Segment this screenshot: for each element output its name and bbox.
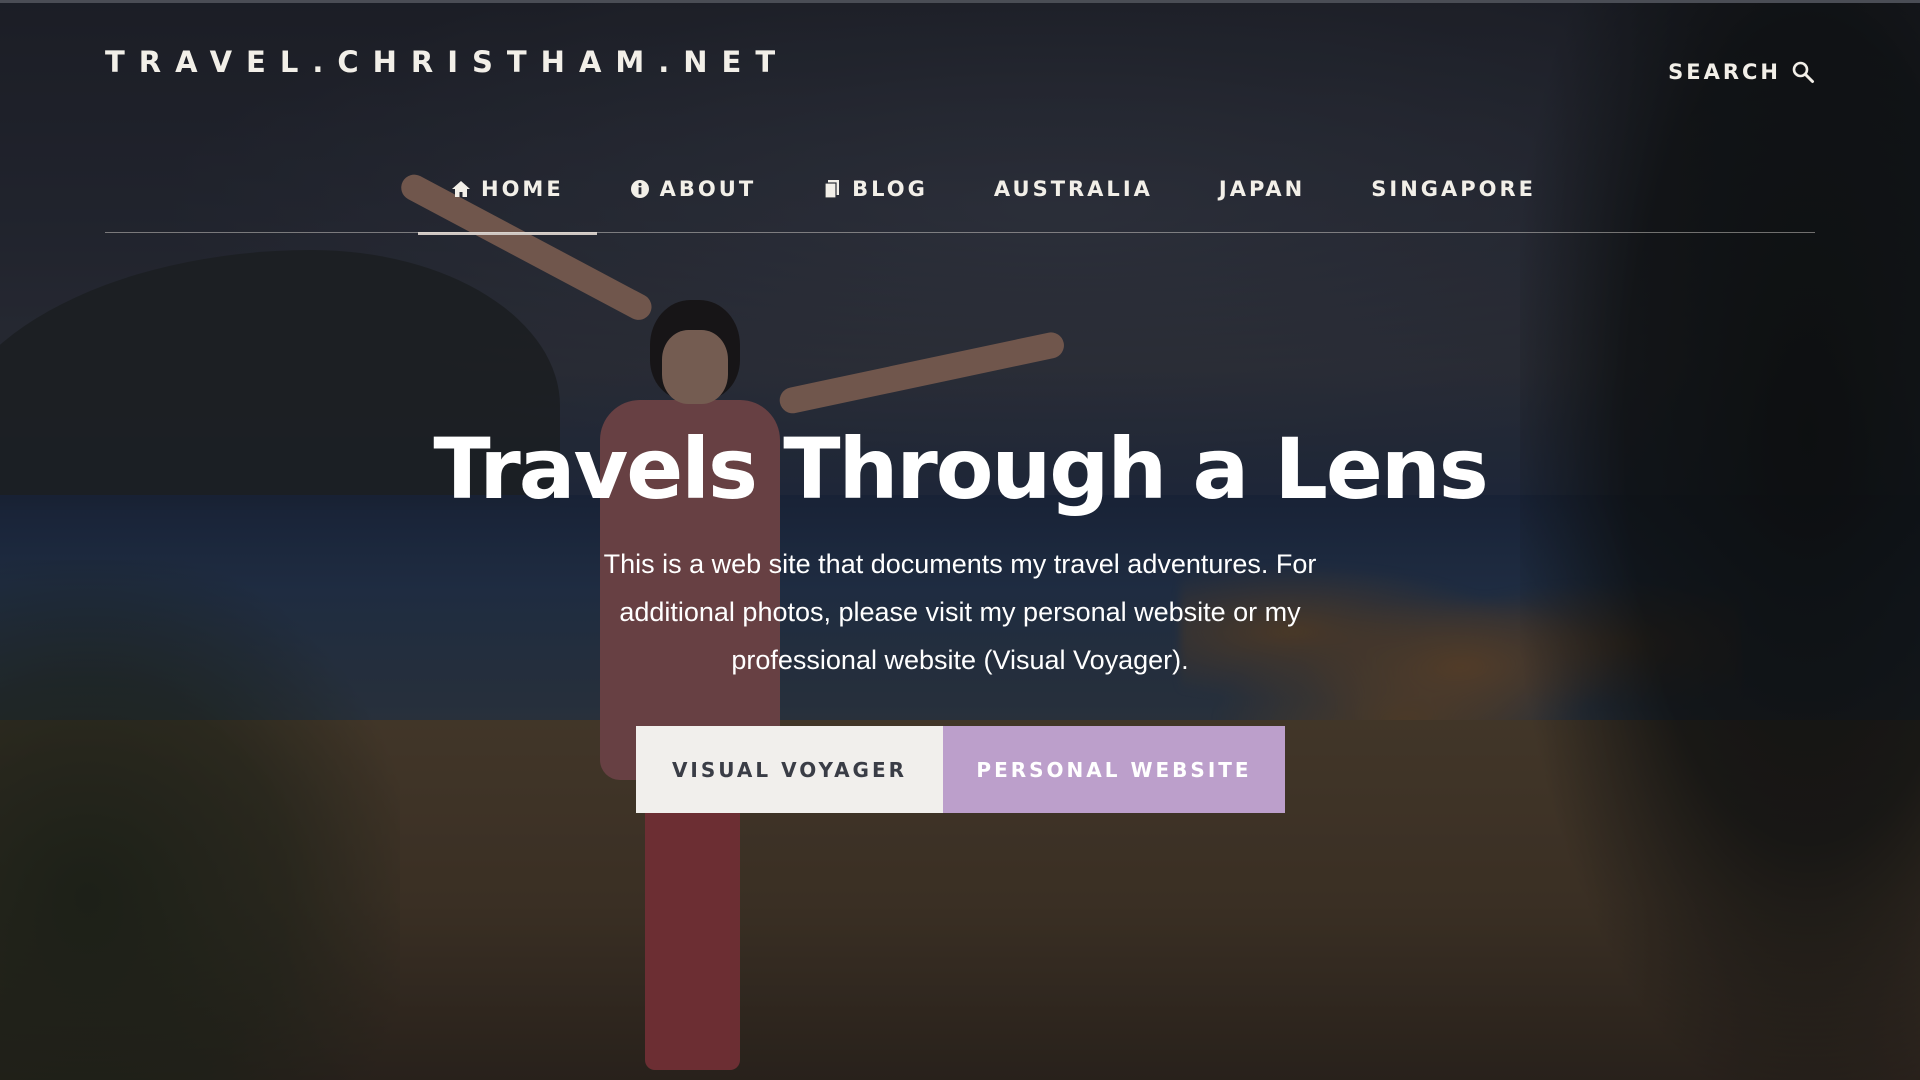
nav-item-japan[interactable]: JAPAN	[1186, 145, 1338, 233]
hero-title: Travels Through a Lens	[433, 420, 1488, 518]
nav-divider	[105, 232, 1815, 233]
nav-item-singapore[interactable]: SINGAPORE	[1338, 145, 1569, 233]
search-button[interactable]: SEARCH	[1668, 60, 1815, 84]
nav-item-label: HOME	[481, 177, 564, 201]
nav-item-label: AUSTRALIA	[993, 177, 1153, 201]
visual-voyager-button[interactable]: VISUAL VOYAGER	[636, 726, 943, 813]
main-nav: HOME ABOUT BLOG AUSTRALIA JAPAN SINGAPOR…	[418, 145, 1569, 235]
personal-website-button[interactable]: PERSONAL WEBSITE	[943, 726, 1285, 813]
search-label: SEARCH	[1668, 60, 1781, 84]
nav-item-label: ABOUT	[659, 177, 757, 201]
document-icon	[824, 180, 840, 199]
info-icon	[630, 180, 649, 198]
nav-item-label: SINGAPORE	[1371, 177, 1537, 201]
hero-section: TRAVEL.CHRISTHAM.NET SEARCH HOME ABOUT B…	[0, 0, 1920, 1080]
nav-item-australia[interactable]: AUSTRALIA	[961, 145, 1186, 233]
search-icon	[1792, 61, 1814, 83]
hero-buttons: VISUAL VOYAGER PERSONAL WEBSITE	[636, 726, 1285, 813]
nav-item-label: JAPAN	[1218, 177, 1306, 201]
nav-item-about[interactable]: ABOUT	[597, 145, 790, 233]
home-icon	[452, 181, 470, 197]
nav-item-blog[interactable]: BLOG	[789, 145, 961, 233]
nav-item-label: BLOG	[852, 177, 928, 201]
top-border	[0, 0, 1920, 3]
hero-description: This is a web site that documents my tra…	[603, 549, 1317, 675]
site-logo[interactable]: TRAVEL.CHRISTHAM.NET	[105, 45, 789, 79]
nav-item-home[interactable]: HOME	[418, 145, 597, 235]
